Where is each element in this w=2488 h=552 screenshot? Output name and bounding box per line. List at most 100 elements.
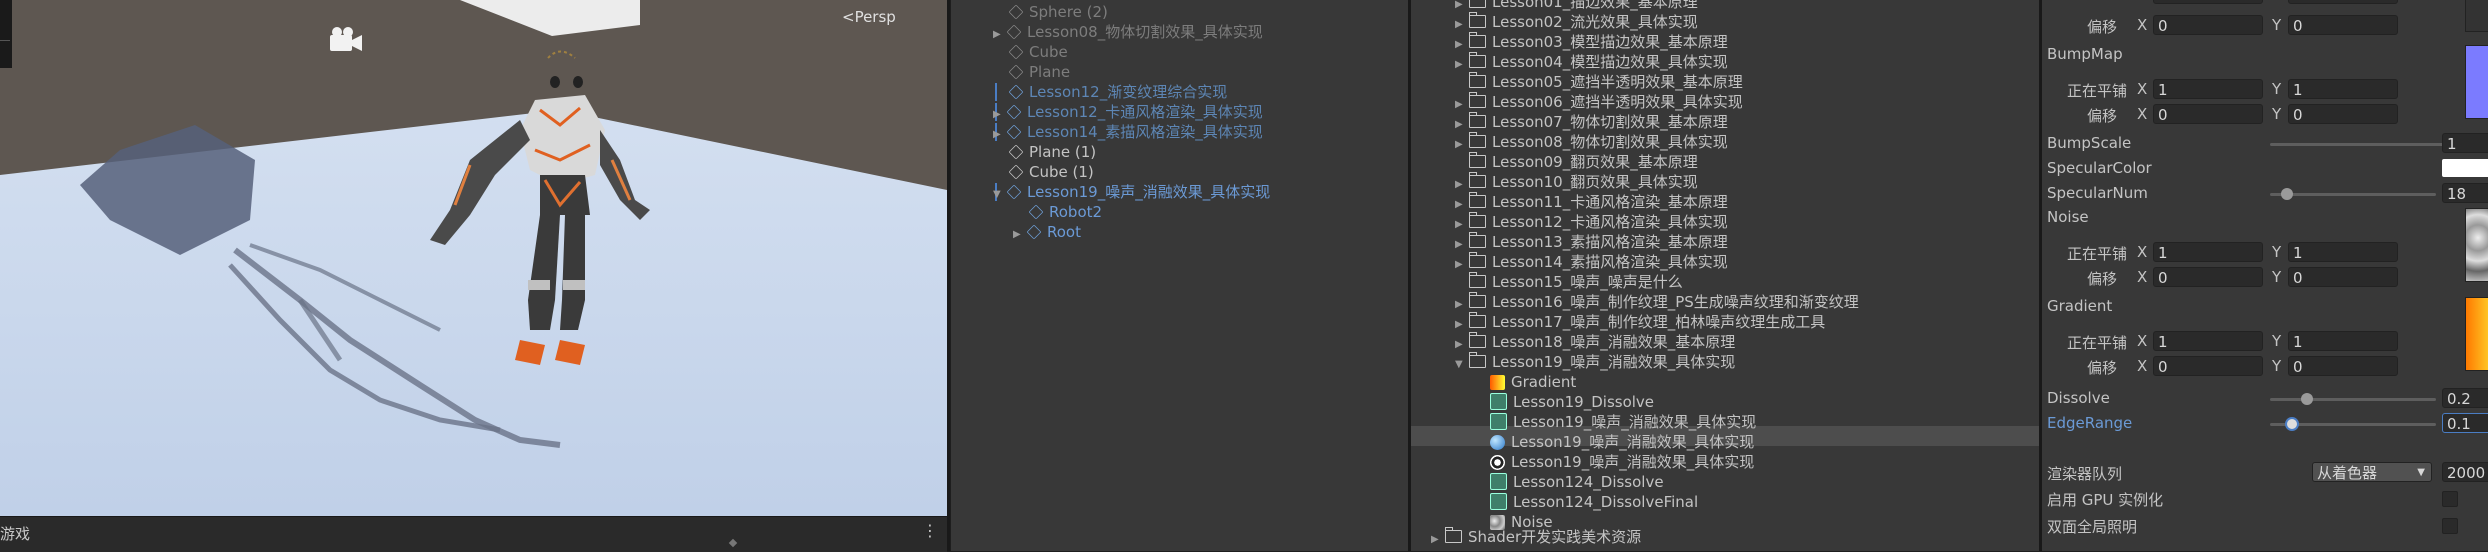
- dissolve-slider-knob[interactable]: [2300, 393, 2313, 405]
- project-folder[interactable]: ▶ Lesson13_素描风格渲染_基本原理: [1455, 232, 1728, 252]
- project-folder[interactable]: ▶ Lesson08_物体切割效果_具体实现: [1455, 132, 1728, 152]
- hierarchy-item[interactable]: ▶ Lesson08_物体切割效果_具体实现: [993, 22, 1263, 42]
- project-folder[interactable]: ▼ Lesson19_噪声_消融效果_具体实现: [1455, 352, 1735, 372]
- project-asset[interactable]: Lesson19_Dissolve: [1490, 392, 1654, 412]
- dissolve-field[interactable]: 0.2: [2442, 388, 2488, 408]
- bumpmap-offset-y[interactable]: 0: [2288, 104, 2398, 124]
- inspector-panel[interactable]: 偏移 X 0 Y 0 BumpMap 正在平铺 X 1 Y 1 偏移 X 0 Y…: [2042, 0, 2488, 551]
- hierarchy-item[interactable]: Robot2: [1028, 202, 1102, 222]
- render-queue-dropdown[interactable]: 从着色器 ▼: [2312, 462, 2432, 482]
- bumpmap-tiling-y[interactable]: 1: [2288, 79, 2398, 99]
- scene-icon: [1490, 455, 1505, 470]
- specular-num-field[interactable]: 18: [2442, 183, 2488, 203]
- project-folder[interactable]: ▶ Lesson06_遮挡半透明效果_具体实现: [1455, 92, 1743, 112]
- chevron-down-icon: ▼: [2417, 467, 2425, 478]
- project-asset[interactable]: Lesson19_噪声_消融效果_具体实现: [1490, 412, 1756, 432]
- noise-tiling-x[interactable]: 1: [2153, 242, 2263, 262]
- project-folder[interactable]: ▶ Lesson12_卡通风格渲染_具体实现: [1455, 212, 1728, 232]
- noise-tiling-y[interactable]: 1: [2288, 242, 2398, 262]
- project-folder[interactable]: ▶ Lesson01_描边效果_基本原理: [1455, 0, 1698, 12]
- more-menu-icon[interactable]: ⋮: [922, 521, 938, 540]
- project-folder[interactable]: ▶ Lesson04_模型描边效果_具体实现: [1455, 52, 1728, 72]
- project-folder[interactable]: ▶ Shader开发实践美术资源: [1431, 527, 1641, 547]
- gradient-texture-slot[interactable]: [2465, 297, 2488, 371]
- panel-divider[interactable]: [947, 0, 950, 551]
- project-asset[interactable]: Gradient: [1490, 372, 1576, 392]
- project-folder[interactable]: ▶ Lesson14_素描风格渲染_具体实现: [1455, 252, 1728, 272]
- project-asset[interactable]: Lesson19_噪声_消融效果_具体实现: [1490, 432, 1754, 452]
- edgerange-field[interactable]: 0.1: [2442, 413, 2488, 433]
- hierarchy-item[interactable]: Cube: [1008, 42, 1068, 62]
- gradient-offset-y[interactable]: 0: [2288, 356, 2398, 376]
- collapse-arrow-icon[interactable]: ▼: [1455, 355, 1469, 375]
- bumpmap-texture-slot[interactable]: [2465, 45, 2488, 119]
- expand-arrow-icon[interactable]: ▶: [993, 125, 1007, 145]
- hierarchy-item[interactable]: ▼ Lesson19_噪声_消融效果_具体实现: [993, 182, 1270, 202]
- y-label: Y: [2272, 16, 2282, 34]
- project-folder[interactable]: ▶ Lesson03_模型描边效果_基本原理: [1455, 32, 1728, 52]
- folder-icon: [1469, 292, 1486, 308]
- bumpscale-slider-track[interactable]: [2270, 143, 2456, 146]
- specular-color-swatch[interactable]: [2442, 159, 2488, 177]
- offset-x-field[interactable]: 0: [2153, 15, 2263, 35]
- offset-y-field[interactable]: 0: [2288, 15, 2398, 35]
- hierarchy-item[interactable]: Cube (1): [1008, 162, 1094, 182]
- tab-game[interactable]: 游戏: [0, 523, 30, 544]
- expand-arrow-icon[interactable]: ▶: [1431, 530, 1445, 550]
- expand-arrow-icon[interactable]: ▶: [1013, 225, 1027, 245]
- folder-icon: [1469, 192, 1486, 208]
- x-label: X: [2137, 16, 2148, 34]
- project-asset[interactable]: Lesson124_Dissolve: [1490, 472, 1664, 492]
- project-asset[interactable]: Lesson19_噪声_消融效果_具体实现: [1490, 452, 1754, 472]
- project-folder[interactable]: Lesson05_遮挡半透明效果_基本原理: [1455, 72, 1743, 92]
- hierarchy-panel[interactable]: Sphere (2) ▶ Lesson08_物体切割效果_具体实现 Cube Pl…: [951, 0, 1408, 551]
- expand-arrow-icon[interactable]: ▶: [993, 105, 1007, 125]
- expand-arrow-icon[interactable]: ▶: [993, 25, 1007, 45]
- bumpscale-field[interactable]: 1: [2442, 133, 2488, 153]
- project-folder[interactable]: Lesson09_翻页效果_基本原理: [1455, 152, 1698, 172]
- hierarchy-item[interactable]: ▶ Root: [1013, 222, 1081, 242]
- noise-texture-slot[interactable]: [2465, 208, 2488, 282]
- noise-offset-x[interactable]: 0: [2153, 267, 2263, 287]
- gameobject-icon: [1008, 44, 1024, 60]
- gradient-tiling-y[interactable]: 1: [2288, 331, 2398, 351]
- project-folder[interactable]: ▶ Lesson11_卡通风格渲染_基本原理: [1455, 192, 1728, 212]
- hierarchy-item[interactable]: Plane (1): [1008, 142, 1096, 162]
- folder-icon: [1445, 527, 1462, 543]
- dissolve-slider-track[interactable]: [2270, 398, 2436, 401]
- tiling-x-field[interactable]: [2153, 0, 2263, 4]
- double-sided-gi-checkbox[interactable]: [2442, 518, 2458, 534]
- hierarchy-item[interactable]: ▶ Lesson14_素描风格渲染_具体实现: [993, 122, 1263, 142]
- project-panel[interactable]: ▶ Lesson01_描边效果_基本原理 ▶ Lesson02_流光效果_具体实现 ▶ L…: [1411, 0, 2039, 551]
- bumpmap-offset-x[interactable]: 0: [2153, 104, 2263, 124]
- texture-slot[interactable]: [2465, 0, 2488, 32]
- project-folder[interactable]: ▶ Lesson02_流光效果_具体实现: [1455, 12, 1698, 32]
- hierarchy-item[interactable]: ▶ Lesson12_卡通风格渲染_具体实现: [993, 102, 1263, 122]
- render-queue-field[interactable]: 2000: [2442, 462, 2488, 482]
- project-folder[interactable]: ▶ Lesson17_噪声_制作纹理_柏林噪声纹理生成工具: [1455, 312, 1825, 332]
- tiling-y-field[interactable]: [2288, 0, 2398, 4]
- y-label: Y: [2272, 332, 2282, 350]
- hierarchy-item[interactable]: Plane: [1008, 62, 1070, 82]
- prefab-indicator: [995, 83, 997, 101]
- collapse-arrow-icon[interactable]: ▼: [993, 185, 1007, 205]
- project-folder[interactable]: Lesson15_噪声_噪声是什么: [1455, 272, 1683, 292]
- persp-label[interactable]: <Persp: [842, 8, 896, 26]
- edgerange-slider-knob[interactable]: [2285, 417, 2300, 431]
- project-folder[interactable]: ▶ Lesson16_噪声_制作纹理_PS生成噪声纹理和渐变纹理: [1455, 292, 1859, 312]
- bumpmap-tiling-x[interactable]: 1: [2153, 79, 2263, 99]
- noise-offset-y[interactable]: 0: [2288, 267, 2398, 287]
- hierarchy-item[interactable]: Lesson12_渐变纹理综合实现: [1008, 82, 1227, 102]
- gpu-instancing-checkbox[interactable]: [2442, 491, 2458, 507]
- project-folder[interactable]: ▶ Lesson18_噪声_消融效果_基本原理: [1455, 332, 1735, 352]
- scene-view[interactable]: <Persp: [0, 0, 947, 516]
- hierarchy-item[interactable]: Sphere (2): [1008, 2, 1108, 22]
- project-folder[interactable]: ▶ Lesson10_翻页效果_具体实现: [1455, 172, 1698, 192]
- gradient-tiling-x[interactable]: 1: [2153, 331, 2263, 351]
- specular-num-slider-knob[interactable]: [2280, 188, 2293, 200]
- specular-num-slider-track[interactable]: [2270, 193, 2436, 196]
- project-asset[interactable]: Lesson124_DissolveFinal: [1490, 492, 1698, 512]
- folder-icon: [1469, 132, 1486, 148]
- project-folder[interactable]: ▶ Lesson07_物体切割效果_基本原理: [1455, 112, 1728, 132]
- gradient-offset-x[interactable]: 0: [2153, 356, 2263, 376]
